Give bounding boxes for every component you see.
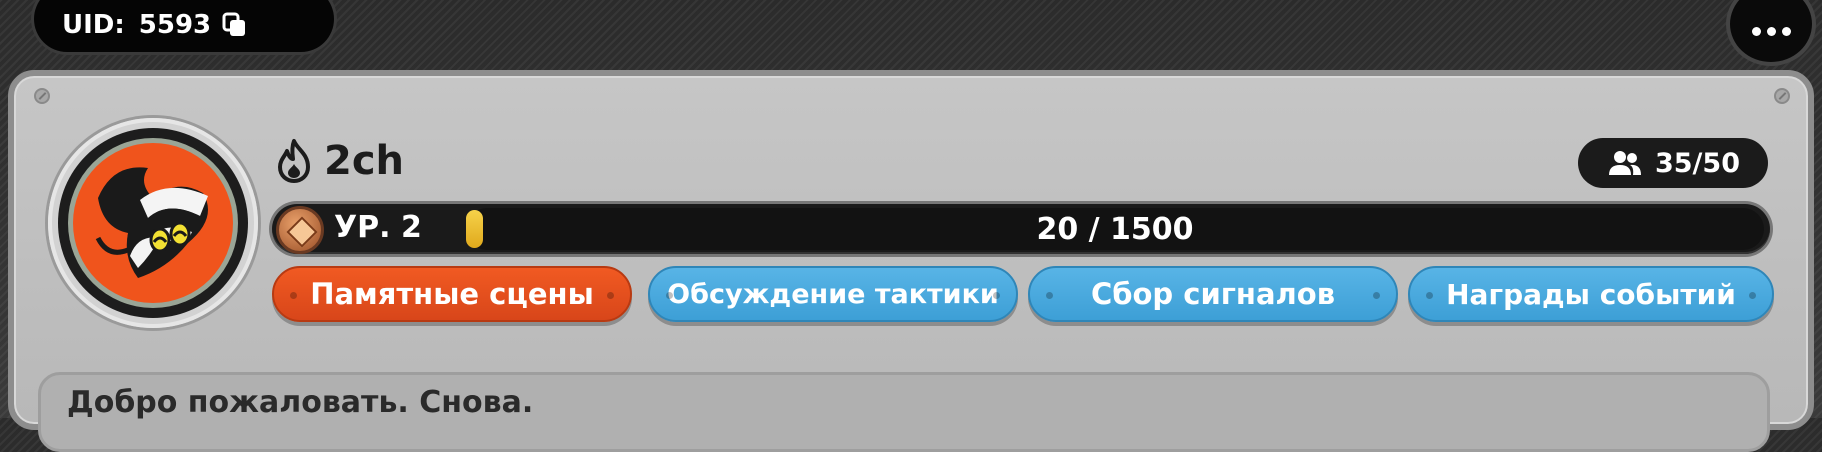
tab-event-rewards[interactable]: Награды событий (1408, 266, 1774, 322)
level-gem-icon (276, 206, 324, 254)
more-dots-icon (1751, 26, 1761, 36)
tab-label: Сбор сигналов (1090, 277, 1336, 311)
welcome-message-box: Добро пожаловать. Снова. (38, 372, 1770, 452)
guild-avatar[interactable] (48, 118, 258, 328)
avatar (58, 128, 248, 318)
tab-label: Памятные сцены (310, 277, 594, 311)
members-count-badge[interactable]: 35/50 (1578, 138, 1768, 188)
tab-memorable-scenes[interactable]: Памятные сцены (272, 266, 632, 322)
copy-icon[interactable] (221, 11, 249, 39)
tab-signal-collection[interactable]: Сбор сигналов (1028, 266, 1398, 322)
screw-decoration (1774, 88, 1790, 104)
screw-decoration (34, 88, 50, 104)
members-count: 35/50 (1654, 147, 1740, 179)
xp-text: 20 / 1500 (1036, 212, 1194, 247)
uid-label: UID: (62, 10, 125, 40)
tab-label: Обсуждение тактики (667, 278, 999, 310)
guild-level: УР. 2 (334, 210, 422, 245)
flame-icon (278, 139, 310, 183)
tab-tactics-discussion[interactable]: Обсуждение тактики (648, 266, 1018, 322)
more-menu-button[interactable] (1726, 0, 1816, 66)
guild-tabs: Памятные сцены Обсуждение тактики Сбор с… (272, 266, 1774, 322)
guild-title-row: 2ch (274, 138, 404, 184)
guild-emblem-icon (73, 143, 233, 303)
welcome-message: Добро пожаловать. Снова. (67, 385, 534, 420)
guild-name: 2ch (324, 138, 405, 184)
members-icon (1609, 151, 1641, 175)
tab-label: Награды событий (1446, 277, 1736, 311)
uid-pill[interactable]: UID: 5593 (34, 0, 334, 52)
uid-value: 5593 (138, 10, 212, 40)
xp-track: 20 / 1500 (466, 208, 1764, 250)
